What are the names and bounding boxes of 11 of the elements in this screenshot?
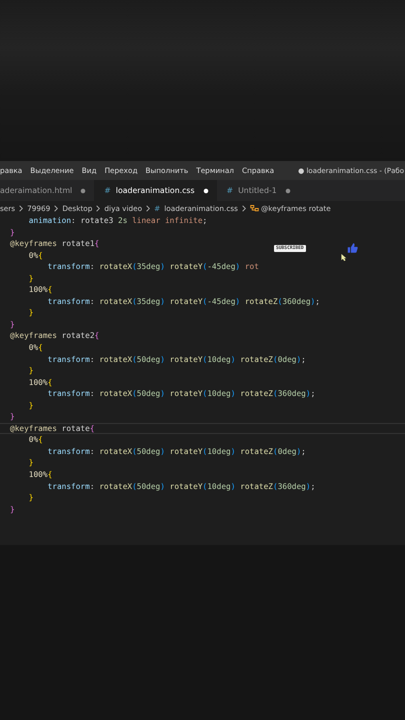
pointer-icon [340, 253, 347, 262]
chevron-icon [54, 204, 58, 212]
chevron-icon [96, 204, 100, 212]
chevron-icon [19, 204, 24, 212]
chevron-icon [242, 204, 246, 212]
chevron-icon [146, 204, 150, 212]
unsaved-dot-icon[interactable] [284, 188, 291, 194]
unsaved-dot-icon[interactable] [202, 188, 209, 194]
thumbs-up-icon [346, 243, 358, 253]
symbol-icon [250, 204, 259, 212]
unsaved-dot-icon[interactable] [80, 188, 86, 194]
